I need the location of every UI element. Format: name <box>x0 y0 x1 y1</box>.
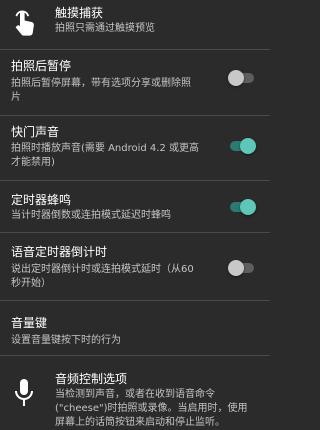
pause-after-photo-title: 拍照后暂停 <box>11 59 72 73</box>
pause-after-photo-summary-line2: 片 <box>11 92 21 103</box>
shutter-sound-switch[interactable] <box>228 138 256 154</box>
shutter-sound-title: 快门声音 <box>11 125 60 139</box>
voice-countdown-title: 语音定时器倒计时 <box>11 245 108 259</box>
audio-control-summary-line1: 当检测到声音，或者在收到语音命令 <box>55 389 215 400</box>
audio-control-summary-line3: 屏幕上的话筒按钮来启动和停止监听。 <box>55 417 225 428</box>
audio-control-title: 音频控制选项 <box>55 372 128 386</box>
switch-thumb <box>240 138 256 154</box>
shutter-sound-item[interactable]: 快门声音 拍照时播放声音(需要 Android 4.2 或更高 才能禁用) <box>0 116 270 180</box>
timer-beep-switch[interactable] <box>228 199 256 215</box>
touch-icon <box>0 6 48 42</box>
switch-thumb <box>228 70 244 86</box>
timer-beep-title: 定时器蜂鸣 <box>11 193 72 207</box>
pause-after-photo-switch[interactable] <box>228 70 256 86</box>
pause-after-photo-item[interactable]: 拍照后暂停 拍照后暂停屏幕，带有选项分享或删除照 片 <box>0 50 270 115</box>
settings-list: 触摸捕获 拍照只需通过触摸预览 拍照后暂停 拍照后暂停屏幕，带有选项分享或删除照… <box>0 0 270 430</box>
timer-beep-item[interactable]: 定时器蜂鸣 当计时器倒数或连拍模式延迟时蜂鸣 <box>0 181 270 232</box>
touch-capture-summary: 拍照只需通过触摸预览 <box>55 23 155 34</box>
voice-countdown-item[interactable]: 语音定时器倒计时 说出定时器倒计时或连拍模式延时（从60 秒开始） <box>0 233 270 300</box>
volume-keys-item[interactable]: 音量键 设置音量键按下时的行为 <box>0 301 270 355</box>
volume-keys-title: 音量键 <box>11 316 48 330</box>
volume-keys-summary: 设置音量键按下时的行为 <box>11 335 121 346</box>
audio-control-item[interactable]: 音频控制选项 当检测到声音，或者在收到语音命令 ("cheese")时拍照或录像… <box>0 356 270 430</box>
touch-capture-item[interactable]: 触摸捕获 拍照只需通过触摸预览 <box>0 0 270 49</box>
voice-countdown-switch[interactable] <box>228 260 256 276</box>
shutter-sound-summary-line1: 拍照时播放声音(需要 Android 4.2 或更高 <box>11 143 200 154</box>
timer-beep-summary: 当计时器倒数或连拍模式延迟时蜂鸣 <box>11 210 171 221</box>
switch-thumb <box>228 260 244 276</box>
shutter-sound-summary-line2: 才能禁用) <box>11 157 55 168</box>
microphone-icon <box>0 378 48 414</box>
touch-capture-title: 触摸捕获 <box>55 6 104 20</box>
switch-thumb <box>240 199 256 215</box>
voice-countdown-summary-line1: 说出定时器倒计时或连拍模式延时（从60 <box>11 264 194 275</box>
voice-countdown-summary-line2: 秒开始） <box>11 278 51 289</box>
audio-control-summary-line2: ("cheese")时拍照或录像。当启用时，使用 <box>55 403 248 414</box>
pause-after-photo-summary-line1: 拍照后暂停屏幕，带有选项分享或删除照 <box>11 78 191 89</box>
